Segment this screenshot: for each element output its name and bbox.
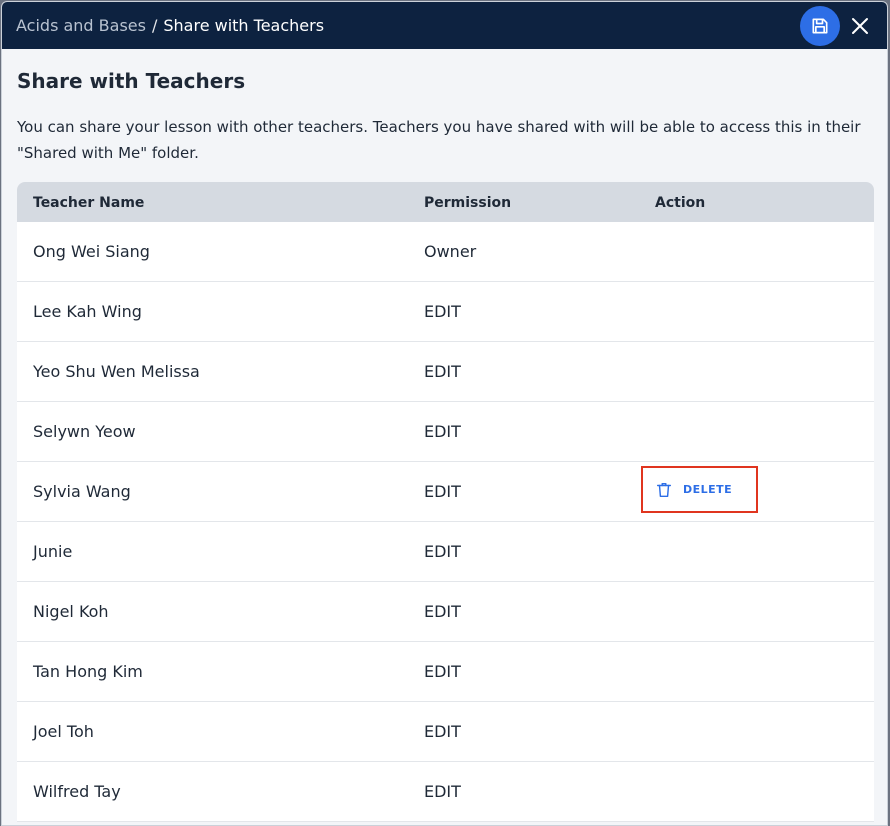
breadcrumb-separator: / [151, 16, 158, 35]
action-cell [655, 402, 874, 461]
action-cell [655, 762, 874, 821]
close-icon [852, 18, 868, 34]
action-cell [655, 282, 874, 341]
teacher-name: Selywn Yeow [33, 422, 136, 441]
save-button[interactable] [800, 6, 840, 46]
action-cell [655, 582, 874, 641]
table-header: Teacher Name Permission Action [17, 182, 874, 222]
teachers-table: Teacher Name Permission Action Ong Wei S… [17, 182, 874, 822]
page-title: Share with Teachers [17, 69, 246, 93]
permission-value: EDIT [424, 662, 461, 681]
delete-label: DELETE [683, 483, 733, 496]
table-row: Sylvia Wang EDIT DELETE [17, 462, 874, 522]
permission-value: EDIT [424, 542, 461, 561]
save-icon [812, 18, 828, 34]
table-row: Selywn Yeow EDIT [17, 402, 874, 462]
column-header-teacher-name: Teacher Name [33, 195, 145, 211]
action-cell [655, 642, 874, 701]
table-row: Yeo Shu Wen Melissa EDIT [17, 342, 874, 402]
trash-icon [656, 482, 672, 497]
permission-value: EDIT [424, 362, 461, 381]
close-button[interactable] [848, 14, 872, 38]
permission-value: EDIT [424, 602, 461, 621]
column-header-permission: Permission [424, 195, 512, 211]
action-cell [655, 222, 874, 281]
teacher-name: Joel Toh [33, 722, 94, 741]
teacher-name: Yeo Shu Wen Melissa [33, 362, 200, 381]
action-cell: DELETE [641, 462, 874, 521]
action-cell [655, 522, 874, 581]
table-row: Joel Toh EDIT [17, 702, 874, 762]
share-dialog: Acids and Bases / Share with Teachers Sh… [1, 1, 888, 826]
table-row: Nigel Koh EDIT [17, 582, 874, 642]
permission-value: EDIT [424, 482, 461, 501]
teacher-name: Wilfred Tay [33, 782, 121, 801]
table-row: Junie EDIT [17, 522, 874, 582]
delete-button[interactable]: DELETE [641, 466, 758, 513]
breadcrumb: Acids and Bases / Share with Teachers [16, 16, 324, 35]
action-cell [655, 342, 874, 401]
teacher-name: Lee Kah Wing [33, 302, 142, 321]
breadcrumb-current: Share with Teachers [163, 16, 325, 35]
breadcrumb-parent-link[interactable]: Acids and Bases [16, 16, 146, 35]
teacher-name: Tan Hong Kim [33, 662, 143, 681]
dialog-header: Acids and Bases / Share with Teachers [2, 2, 887, 49]
teacher-name: Junie [33, 542, 73, 561]
permission-value: EDIT [424, 422, 461, 441]
permission-value: EDIT [424, 302, 461, 321]
table-row: Ong Wei Siang Owner [17, 222, 874, 282]
dialog-body: Share with Teachers You can share your l… [2, 69, 887, 822]
teacher-name: Sylvia Wang [33, 482, 131, 501]
permission-value: Owner [424, 242, 477, 261]
share-description: You can share your lesson with other tea… [17, 118, 861, 162]
teacher-name: Ong Wei Siang [33, 242, 150, 261]
table-row: Lee Kah Wing EDIT [17, 282, 874, 342]
permission-value: EDIT [424, 782, 461, 801]
teacher-name: Nigel Koh [33, 602, 109, 621]
permission-value: EDIT [424, 722, 461, 741]
table-row: Tan Hong Kim EDIT [17, 642, 874, 702]
column-header-action: Action [655, 195, 706, 211]
table-row: Wilfred Tay EDIT [17, 762, 874, 822]
action-cell [655, 702, 874, 761]
